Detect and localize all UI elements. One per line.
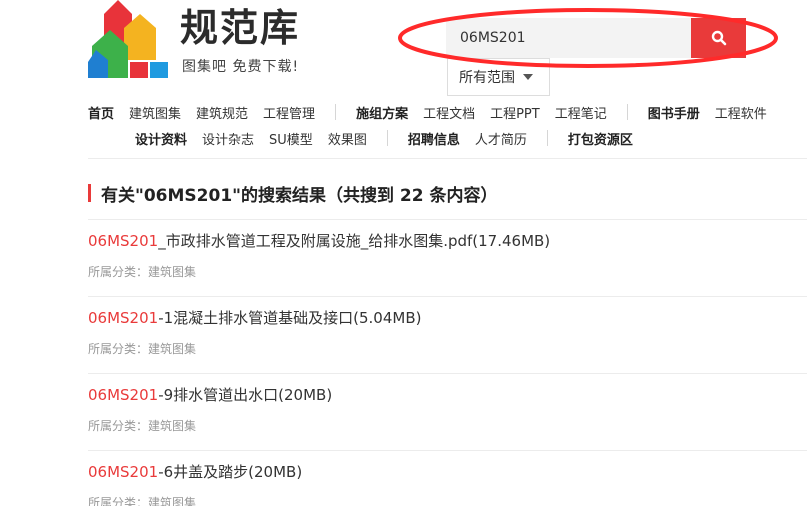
nav-item-documents[interactable]: 工程文档: [423, 103, 475, 122]
result-category: 所属分类：建筑图集: [88, 342, 197, 356]
nav-divider-line: [88, 158, 807, 159]
search-bar: [446, 18, 746, 58]
search-input[interactable]: [446, 18, 691, 58]
result-link[interactable]: 06MS201-1混凝土排水管道基础及接口(5.04MB): [88, 307, 421, 328]
nav-item-software[interactable]: 工程软件: [715, 103, 767, 122]
result-link[interactable]: 06MS201-6井盖及踏步(20MB): [88, 461, 302, 482]
results-heading: 有关"06MS201"的搜索结果（共搜到 22 条内容）: [88, 181, 498, 206]
nav-row-2: 设计资料 设计杂志 SU模型 效果图 招聘信息 人才简历 打包资源区: [135, 127, 648, 149]
results-heading-text: 有关"06MS201"的搜索结果（共搜到 22 条内容）: [101, 185, 498, 206]
result-category: 所属分类：建筑图集: [88, 496, 197, 506]
result-item: 06MS201-1混凝土排水管道基础及接口(5.04MB) 所属分类：建筑图集: [88, 297, 807, 374]
nav-divider: [626, 104, 628, 120]
heading-accent-bar: [88, 184, 91, 202]
result-link[interactable]: 06MS201_市政排水管道工程及附属设施_给排水图集.pdf(17.46MB): [88, 230, 550, 251]
scope-select[interactable]: 所有范围: [447, 58, 550, 96]
nav-item-jobs[interactable]: 招聘信息: [408, 129, 460, 148]
nav-item-ppt[interactable]: 工程PPT: [490, 103, 540, 122]
search-button[interactable]: [691, 18, 746, 58]
result-keyword: 06MS201: [88, 463, 159, 481]
nav-item-books[interactable]: 图书手册: [648, 103, 700, 122]
result-item: 06MS201_市政排水管道工程及附属设施_给排水图集.pdf(17.46MB)…: [88, 220, 807, 297]
nav-item-su-models[interactable]: SU模型: [269, 129, 313, 148]
result-keyword: 06MS201: [88, 232, 159, 250]
result-title-rest: _市政排水管道工程及附属设施_给排水图集.pdf(17.46MB): [158, 232, 551, 250]
nav-item-construction-plans[interactable]: 施组方案: [356, 103, 408, 122]
result-link[interactable]: 06MS201-9排水管道出水口(20MB): [88, 384, 332, 405]
nav-item-codes[interactable]: 建筑规范: [196, 103, 248, 122]
logo-houses-icon: [88, 0, 168, 78]
scope-label: 所有范围: [459, 70, 515, 86]
nav-row-1: 首页 建筑图集 建筑规范 工程管理 施组方案 工程文档 工程PPT 工程笔记 图…: [88, 101, 782, 123]
chevron-down-icon: [523, 74, 533, 80]
nav-item-management[interactable]: 工程管理: [263, 103, 315, 122]
result-keyword: 06MS201: [88, 386, 159, 404]
search-icon: [711, 30, 726, 46]
nav-divider: [546, 130, 548, 146]
result-title-rest: -1混凝土排水管道基础及接口(5.04MB): [158, 309, 422, 327]
logo-slogan: 图集吧 免费下载!: [182, 59, 300, 75]
logo-title: 规范库: [180, 5, 301, 50]
nav-item-atlas[interactable]: 建筑图集: [129, 103, 181, 122]
nav-item-notes[interactable]: 工程笔记: [555, 103, 607, 122]
nav-divider: [386, 130, 388, 146]
result-category: 所属分类：建筑图集: [88, 419, 197, 433]
result-item: 06MS201-6井盖及踏步(20MB) 所属分类：建筑图集: [88, 451, 807, 506]
result-keyword: 06MS201: [88, 309, 159, 327]
nav-item-bundles[interactable]: 打包资源区: [568, 129, 633, 148]
result-title-rest: -6井盖及踏步(20MB): [158, 463, 303, 481]
nav-item-resumes[interactable]: 人才简历: [475, 129, 527, 148]
result-category: 所属分类：建筑图集: [88, 265, 197, 279]
nav-divider: [335, 104, 337, 120]
nav-item-design-data[interactable]: 设计资料: [135, 129, 187, 148]
result-title-rest: -9排水管道出水口(20MB): [158, 386, 333, 404]
nav-item-design-magazine[interactable]: 设计杂志: [202, 129, 254, 148]
nav-item-home[interactable]: 首页: [88, 103, 114, 122]
nav-item-renderings[interactable]: 效果图: [328, 129, 367, 148]
site-logo[interactable]: 规范库 图集吧 免费下载!: [88, 0, 318, 82]
result-item: 06MS201-9排水管道出水口(20MB) 所属分类：建筑图集: [88, 374, 807, 451]
